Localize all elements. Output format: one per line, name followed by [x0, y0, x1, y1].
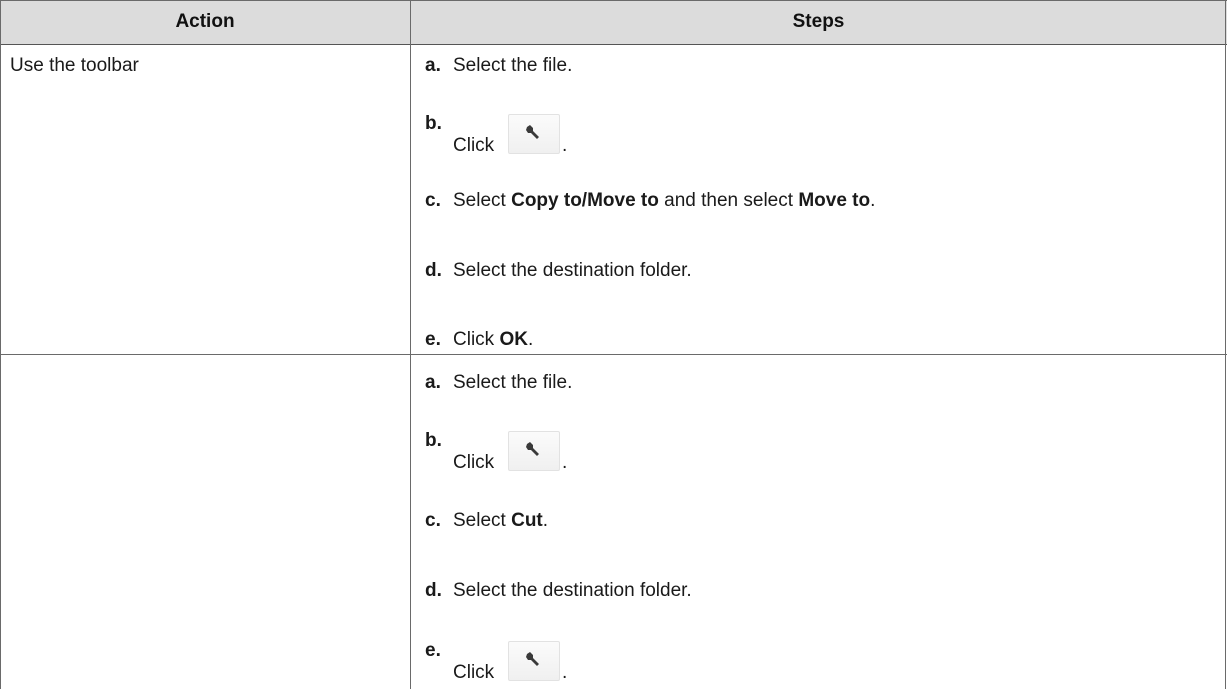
- step-text: Select: [453, 510, 512, 531]
- wrench-icon: [508, 114, 560, 154]
- row-2-step-c: c. Select Cut.: [425, 510, 548, 532]
- step-marker: a.: [425, 55, 441, 76]
- step-marker: b.: [425, 113, 442, 134]
- step-marker: d.: [425, 580, 442, 601]
- row-1-step-a: a. Select the file.: [425, 55, 572, 77]
- steps-table: Action Steps Use the toolbar a. Select th…: [0, 0, 1227, 689]
- step-text: and then select: [658, 190, 799, 211]
- wrench-icon: [508, 641, 560, 681]
- step-marker: a.: [425, 372, 441, 393]
- step-text: Select the file.: [453, 372, 573, 393]
- step-text: Click: [453, 662, 495, 683]
- step-marker: e.: [425, 640, 441, 661]
- step-marker: c.: [425, 190, 441, 211]
- row-2-step-a: a. Select the file.: [425, 372, 572, 394]
- step-end: .: [870, 190, 876, 211]
- row-1-action: Use the toolbar: [10, 55, 139, 76]
- table-left-border: [0, 0, 1, 689]
- step-end: .: [562, 135, 568, 156]
- row-1-step-d: d. Select the destination folder.: [425, 260, 692, 282]
- row-divider: [0, 354, 1227, 355]
- step-bold: Move to: [798, 190, 871, 211]
- step-marker: b.: [425, 430, 442, 451]
- step-text: Select the destination folder.: [453, 260, 692, 281]
- step-end: .: [562, 452, 568, 473]
- table-header-row: Action Steps: [0, 0, 1227, 45]
- header-steps: Steps: [792, 11, 845, 32]
- step-marker: d.: [425, 260, 442, 281]
- column-divider: [410, 0, 411, 689]
- table-right-border: [1225, 0, 1226, 689]
- table-top-border: [0, 0, 1227, 1]
- row-2-step-d: d. Select the destination folder.: [425, 580, 692, 602]
- header-action: Action: [175, 11, 235, 32]
- step-text: Select the destination folder.: [453, 580, 692, 601]
- step-text: Select: [453, 190, 512, 211]
- row-1-step-c: c. Select Copy to/Move to and then select…: [425, 190, 875, 212]
- step-bold: Copy to/Move to: [511, 190, 659, 211]
- step-text: Click: [453, 452, 495, 473]
- step-text: Click: [453, 135, 495, 156]
- step-end: .: [527, 329, 534, 350]
- step-end: .: [562, 662, 568, 683]
- step-bold: Cut: [511, 510, 543, 531]
- step-marker: c.: [425, 510, 441, 531]
- wrench-icon: [508, 431, 560, 471]
- row-1-step-e: e. Click OK.: [425, 329, 533, 351]
- step-text: Select the file.: [453, 55, 573, 76]
- step-bold: OK: [499, 329, 528, 350]
- step-end: .: [542, 510, 549, 531]
- step-marker: e.: [425, 329, 441, 350]
- step-text: Click: [453, 329, 500, 350]
